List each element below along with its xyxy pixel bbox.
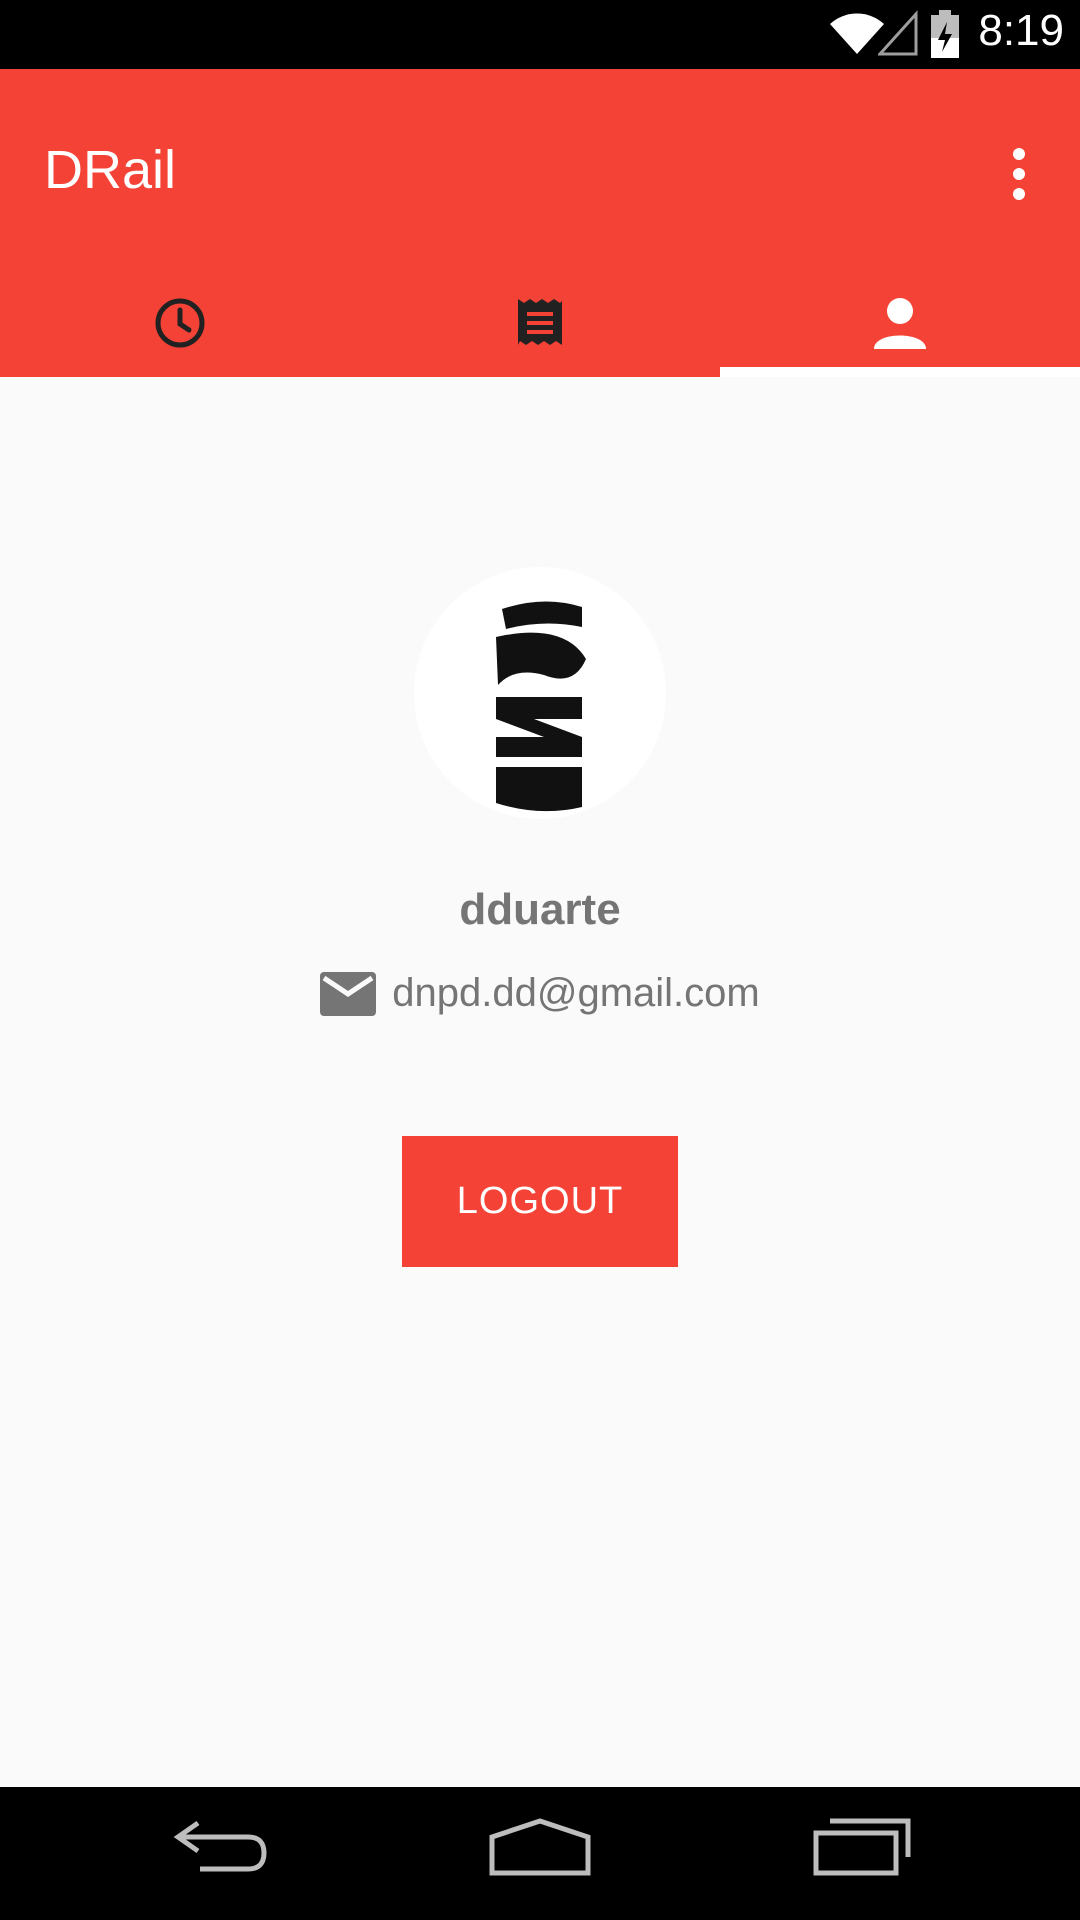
navigation-bar xyxy=(0,1787,1080,1920)
tab-history[interactable] xyxy=(0,269,360,377)
tab-tickets[interactable] xyxy=(360,269,720,377)
mail-icon xyxy=(320,971,377,1016)
email-text: dnpd.dd@gmail.com xyxy=(392,971,760,1015)
app-bar: DRail xyxy=(0,69,1080,377)
cell-signal-icon xyxy=(878,10,918,56)
home-icon[interactable] xyxy=(488,1817,592,1877)
username: dduarte xyxy=(459,885,621,934)
logout-button[interactable]: LOGOUT xyxy=(402,1136,678,1267)
clock-icon xyxy=(155,298,205,348)
profile-content: dduarte dnpd.dd@gmail.com LOGOUT xyxy=(0,377,1080,1787)
status-time: 8:19 xyxy=(978,6,1064,55)
person-icon xyxy=(874,298,926,349)
back-icon[interactable] xyxy=(170,1817,270,1877)
app-title: DRail xyxy=(44,140,177,200)
avatar xyxy=(414,567,666,819)
more-vert-icon[interactable] xyxy=(1004,147,1034,201)
avatar-image xyxy=(496,577,586,812)
tab-profile[interactable] xyxy=(720,269,1080,377)
tab-bar xyxy=(0,269,1080,377)
receipt-icon xyxy=(518,299,562,345)
battery-icon xyxy=(931,10,959,58)
status-bar: 8:19 xyxy=(0,0,1080,69)
email-row: dnpd.dd@gmail.com xyxy=(0,971,1080,1016)
recents-icon[interactable] xyxy=(812,1817,912,1877)
